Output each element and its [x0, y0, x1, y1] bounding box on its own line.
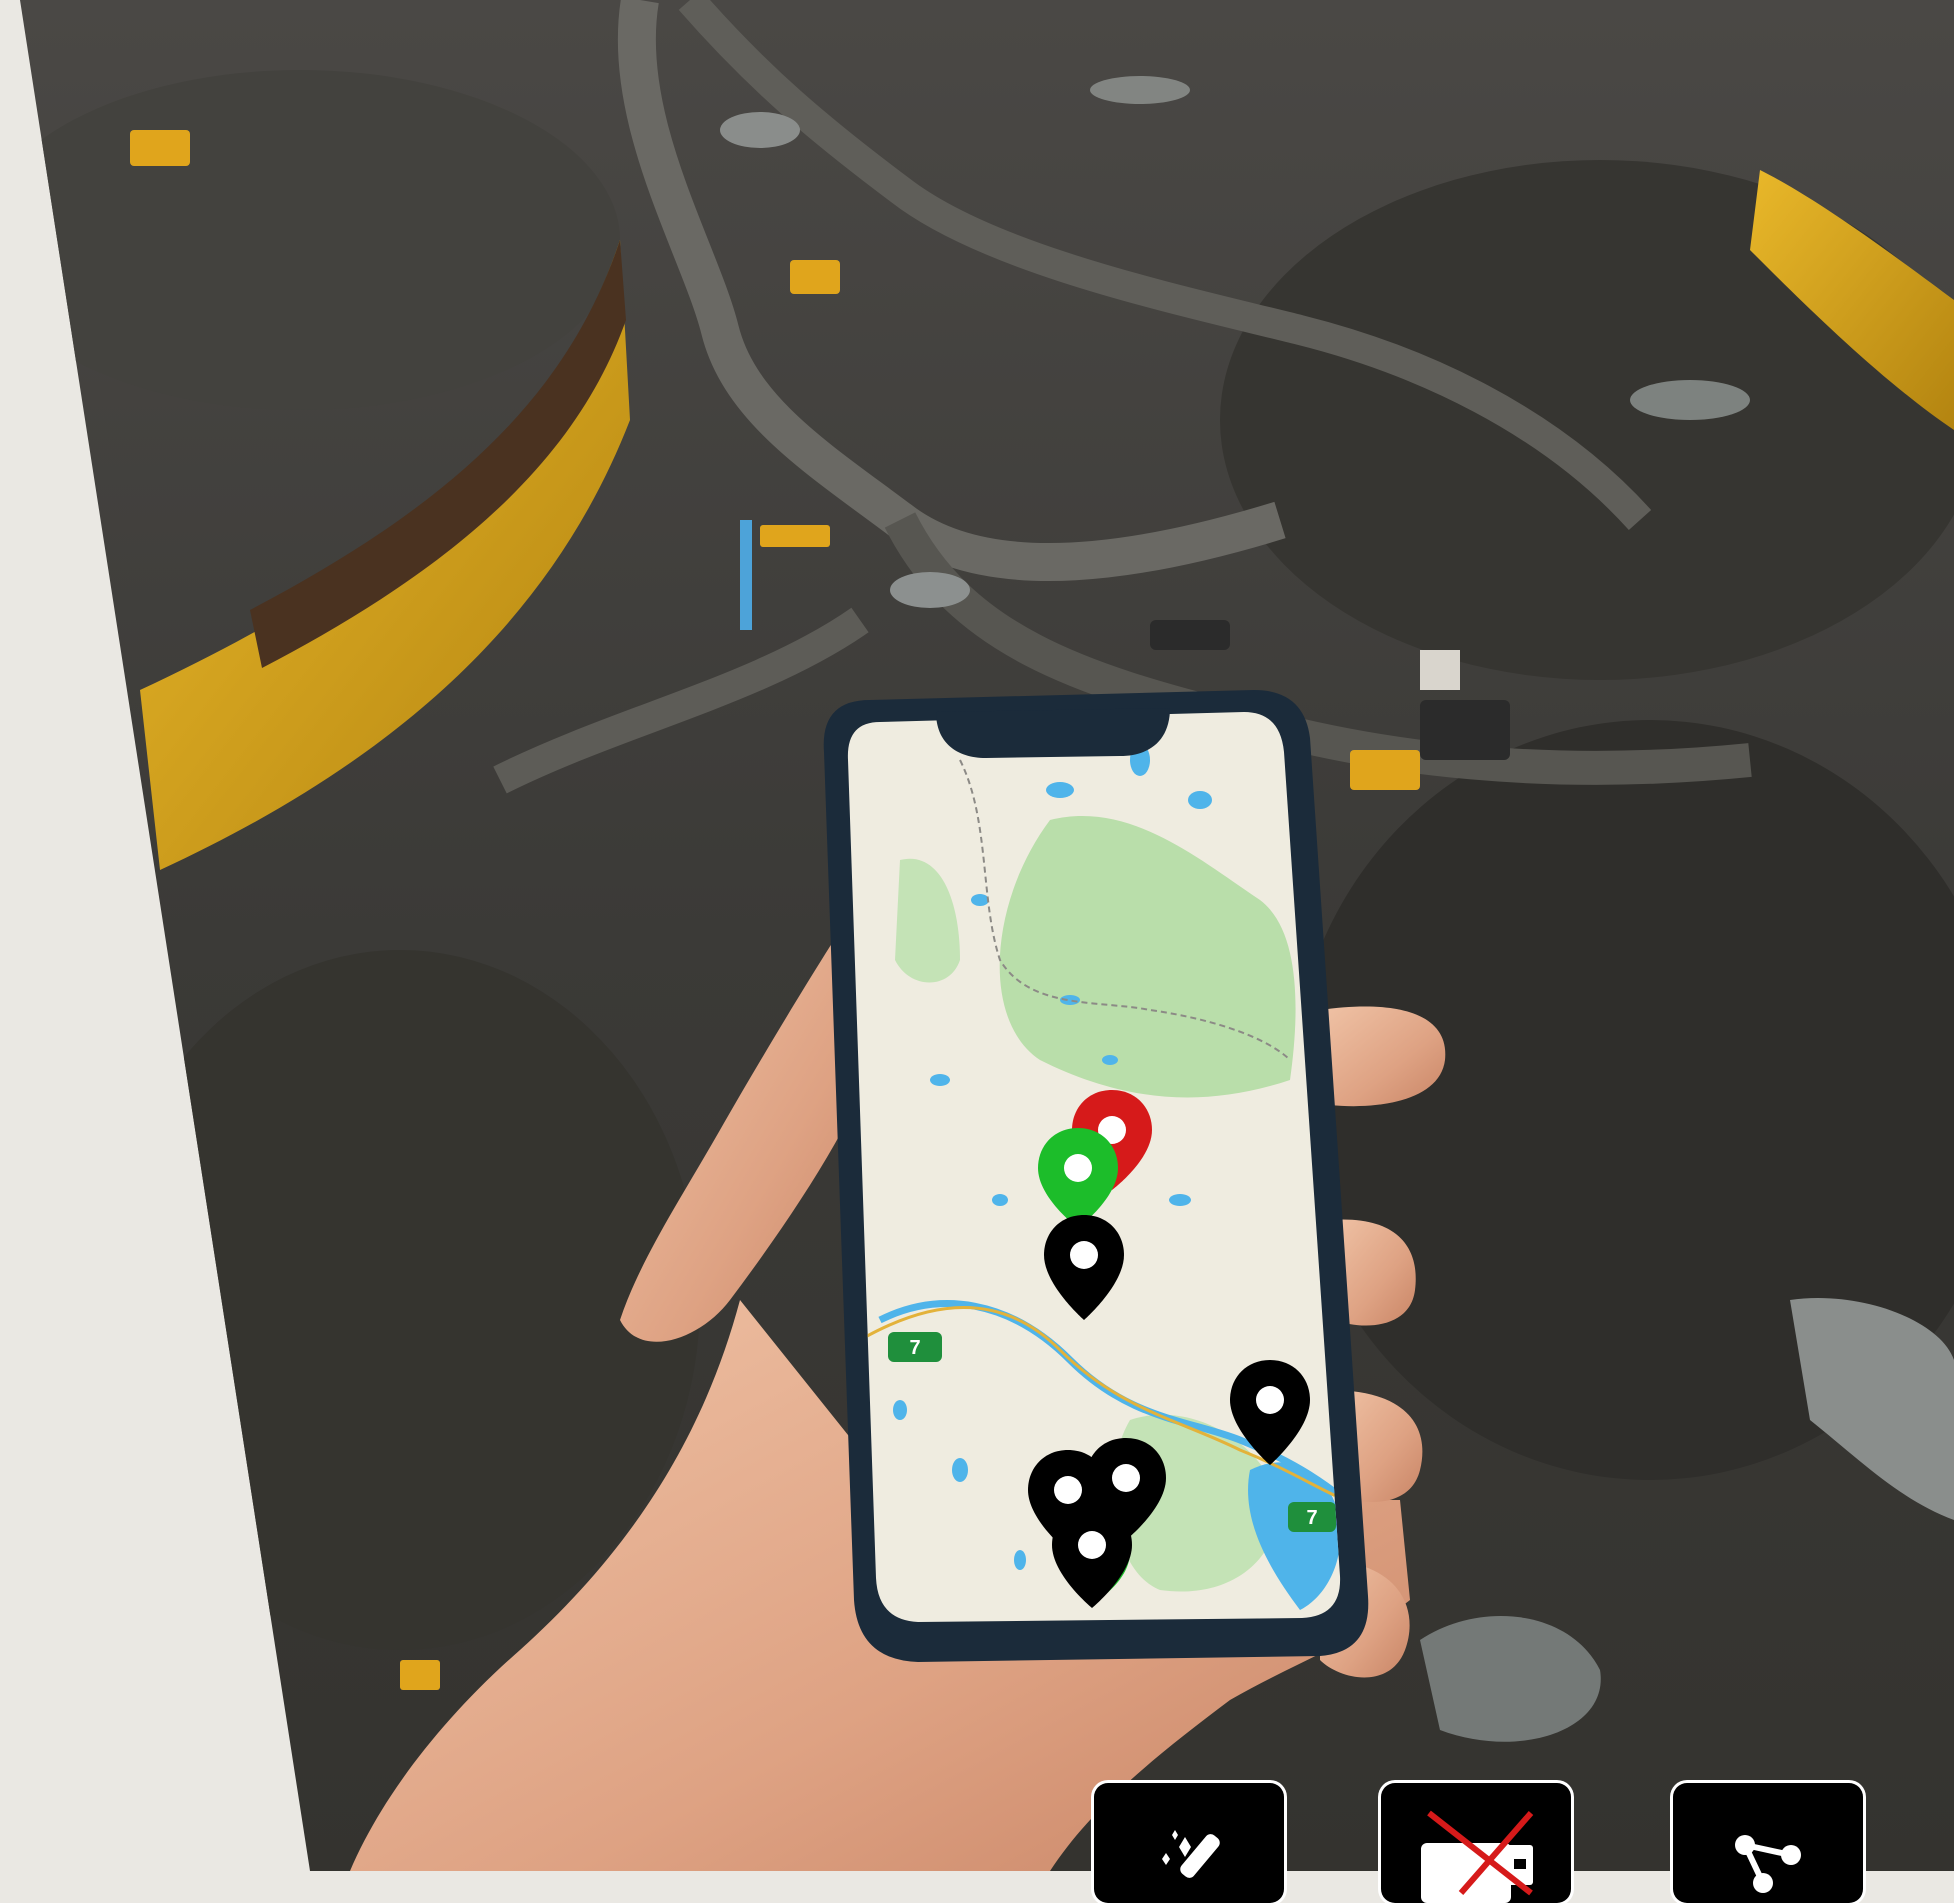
share-icon — [1735, 1835, 1801, 1893]
svg-text:7: 7 — [1306, 1507, 1317, 1529]
share-button[interactable] — [1673, 1783, 1863, 1903]
road-badge: 7 — [888, 1332, 942, 1362]
no-email-button[interactable] — [1381, 1783, 1571, 1903]
no-email-icon — [1421, 1810, 1534, 1903]
smartphone: 7 7 — [823, 690, 1369, 1662]
map-screen[interactable]: 7 7 — [840, 700, 1360, 1640]
road-badge: 7 — [1288, 1502, 1336, 1532]
magic-wand-icon — [1162, 1830, 1220, 1878]
magic-wand-button[interactable] — [1094, 1783, 1284, 1903]
svg-text:7: 7 — [909, 1337, 920, 1359]
hero-photo: 7 7 — [0, 0, 1954, 1871]
phone-notch — [936, 708, 1170, 758]
